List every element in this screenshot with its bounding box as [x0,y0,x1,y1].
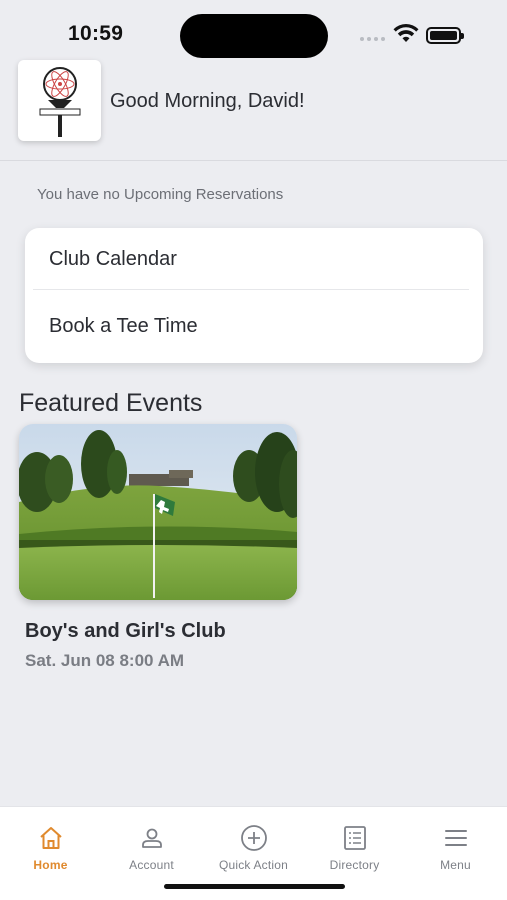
club-calendar-link[interactable]: Club Calendar [49,248,177,271]
event-date: Sat. Jun 08 8:00 AM [25,651,185,670]
person-icon [140,824,164,852]
plus-circle-icon [240,824,268,852]
featured-events-title: Featured Events [19,389,203,417]
battery-icon [426,27,464,44]
event-title[interactable]: Boy's and Girl's Club [25,620,226,643]
home-indicator[interactable] [164,884,345,889]
tab-home-label: Home [33,858,68,872]
greeting-text: Good Morning, David! [110,90,305,112]
quick-links-card: Club Calendar Book a Tee Time [25,228,483,363]
home-icon [38,824,64,852]
tab-quick-action-label: Quick Action [218,858,289,872]
list-icon [343,824,367,852]
tab-home[interactable]: Home [0,807,101,877]
tab-menu[interactable]: Menu [405,807,506,877]
tab-quick-action[interactable]: Quick Action [203,807,304,877]
no-reservations-message: You have no Upcoming Reservations [37,186,284,203]
wifi-icon [393,23,419,48]
event-image[interactable] [19,424,297,600]
divider [33,289,469,290]
status-bar: 10:59 [0,0,507,58]
menu-icon [444,824,468,852]
tab-menu-label: Menu [440,858,471,872]
dynamic-island [180,14,328,58]
header: Good Morning, David! [0,58,507,161]
club-logo[interactable] [18,60,101,141]
book-tee-time-link[interactable]: Book a Tee Time [49,315,198,338]
tab-account[interactable]: Account [101,807,202,877]
status-time: 10:59 [68,22,124,45]
tab-directory[interactable]: Directory [304,807,405,877]
cellular-signal-icon [360,37,385,41]
tab-directory-label: Directory [329,858,380,872]
tab-account-label: Account [129,858,174,872]
